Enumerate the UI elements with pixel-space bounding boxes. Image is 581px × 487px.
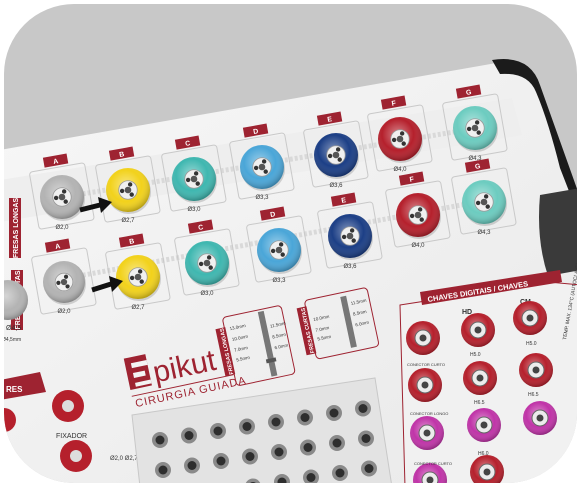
svg-text:H6.5: H6.5 <box>474 400 485 406</box>
drill-size: Ø4,0 <box>393 167 407 173</box>
svg-text:RES: RES <box>6 385 23 394</box>
svg-text:CONECTOR CURTO: CONECTOR CURTO <box>407 362 445 367</box>
svg-text:CONECTOR LONGO: CONECTOR LONGO <box>410 411 448 416</box>
drill-size: Ø3,3 <box>255 195 269 201</box>
svg-text:FRESAS LONGAS: FRESAS LONGAS <box>13 198 20 259</box>
drill-size: Ø3,6 <box>329 183 343 189</box>
drill-size: Ø3,0 <box>200 291 214 297</box>
svg-text:CONECTOR CURTO: CONECTOR CURTO <box>414 461 452 466</box>
drill-size: Ø4,3 <box>477 230 491 236</box>
drill-size: Ø3,0 <box>187 207 201 213</box>
keys-panel: CHAVES DIGITAIS / CHAVES HD CM CONECTOR … <box>399 262 577 483</box>
drill-size: Ø4,0 <box>411 243 425 249</box>
side-label-long: FRESAS LONGAS <box>9 198 21 259</box>
drill-size: Ø2,7 <box>131 305 145 311</box>
drill-size: Ø2,0 <box>55 225 69 231</box>
drill-size: Ø2,0 <box>57 309 71 315</box>
svg-text:H6.5: H6.5 <box>528 392 539 398</box>
drill-size: Ø3,6 <box>343 264 357 270</box>
pin-sizes: Ø2,0 Ø2,7 <box>110 456 138 462</box>
drill-size: Ø2,7 <box>121 218 135 224</box>
kit-photo: FRESAS LONGAS FRESAS CURTAS Ø4,5 Ø4,5mm … <box>2 4 577 483</box>
svg-text:H5.0: H5.0 <box>526 341 537 347</box>
svg-text:Ø4,5mm: Ø4,5mm <box>2 337 21 343</box>
svg-text:Ø4,5: Ø4,5 <box>6 325 21 332</box>
svg-text:Ø2,0 Ø2,7: Ø2,0 Ø2,7 <box>110 456 138 462</box>
svg-text:H5.0: H5.0 <box>470 352 481 358</box>
drill-size: Ø3,3 <box>272 278 286 284</box>
svg-text:H6.0: H6.0 <box>478 451 489 457</box>
svg-text:FIXADOR: FIXADOR <box>56 433 87 440</box>
